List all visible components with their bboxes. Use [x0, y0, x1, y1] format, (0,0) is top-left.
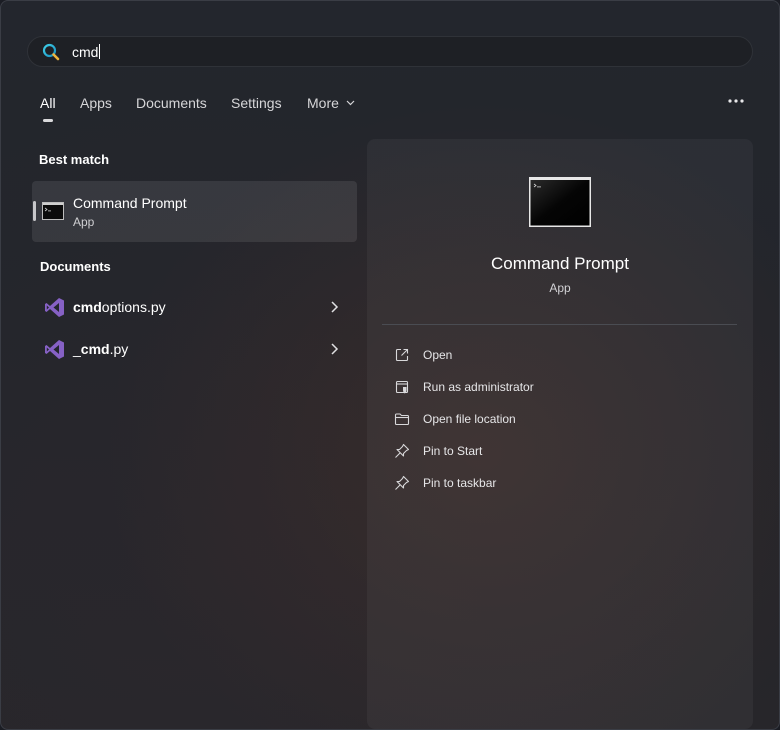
document-name: cmdoptions.py: [73, 299, 166, 315]
best-match-item[interactable]: Command Prompt App: [32, 181, 357, 242]
action-label: Open: [423, 348, 453, 362]
document-item[interactable]: cmdoptions.py: [32, 287, 357, 327]
detail-title: Command Prompt: [491, 254, 629, 273]
action-label: Pin to Start: [423, 444, 483, 458]
active-tab-indicator: [43, 119, 53, 122]
action-label: Run as administrator: [423, 380, 534, 394]
action-open[interactable]: Open: [391, 344, 721, 366]
visual-studio-icon: [45, 340, 64, 359]
tab-more[interactable]: More: [307, 95, 355, 111]
detail-subtitle: App: [549, 281, 571, 295]
pin-icon: [395, 475, 410, 490]
tab-all[interactable]: All: [40, 95, 56, 111]
search-panel: cmd All Apps Documents Settings More Bes…: [0, 0, 780, 730]
open-external-icon: [395, 348, 409, 362]
more-options-icon[interactable]: [725, 95, 747, 107]
best-match-heading: Best match: [39, 152, 110, 167]
detail-pane: Command Prompt App Open Run as administr…: [367, 139, 753, 729]
action-open-file-location[interactable]: Open file location: [391, 408, 721, 430]
shield-window-icon: [395, 380, 409, 394]
folder-icon: [394, 413, 410, 426]
tab-settings[interactable]: Settings: [231, 95, 282, 111]
search-icon: [42, 43, 60, 61]
chevron-right-icon[interactable]: [329, 342, 339, 356]
action-label: Open file location: [423, 412, 516, 426]
action-pin-to-taskbar[interactable]: Pin to taskbar: [391, 472, 721, 494]
pin-icon: [395, 443, 410, 458]
chevron-right-icon[interactable]: [329, 300, 339, 314]
action-run-as-administrator[interactable]: Run as administrator: [391, 376, 721, 398]
visual-studio-icon: [45, 298, 64, 317]
action-label: Pin to taskbar: [423, 476, 497, 490]
tab-documents[interactable]: Documents: [136, 95, 207, 111]
documents-heading: Documents: [40, 259, 111, 274]
document-name: _cmd.py: [73, 341, 129, 357]
selection-indicator: [33, 201, 36, 221]
divider: [382, 324, 737, 325]
best-match-type: App: [73, 215, 95, 229]
action-pin-to-start[interactable]: Pin to Start: [391, 440, 721, 462]
chevron-down-icon: [346, 100, 355, 106]
command-prompt-icon: [529, 177, 591, 227]
text-cursor: [99, 44, 101, 59]
document-item[interactable]: _cmd.py: [32, 329, 357, 369]
search-input[interactable]: cmd: [72, 44, 101, 60]
search-box[interactable]: cmd: [27, 36, 753, 67]
best-match-name: Command Prompt: [73, 195, 187, 211]
tab-apps[interactable]: Apps: [80, 95, 112, 111]
command-prompt-icon: [42, 202, 64, 220]
